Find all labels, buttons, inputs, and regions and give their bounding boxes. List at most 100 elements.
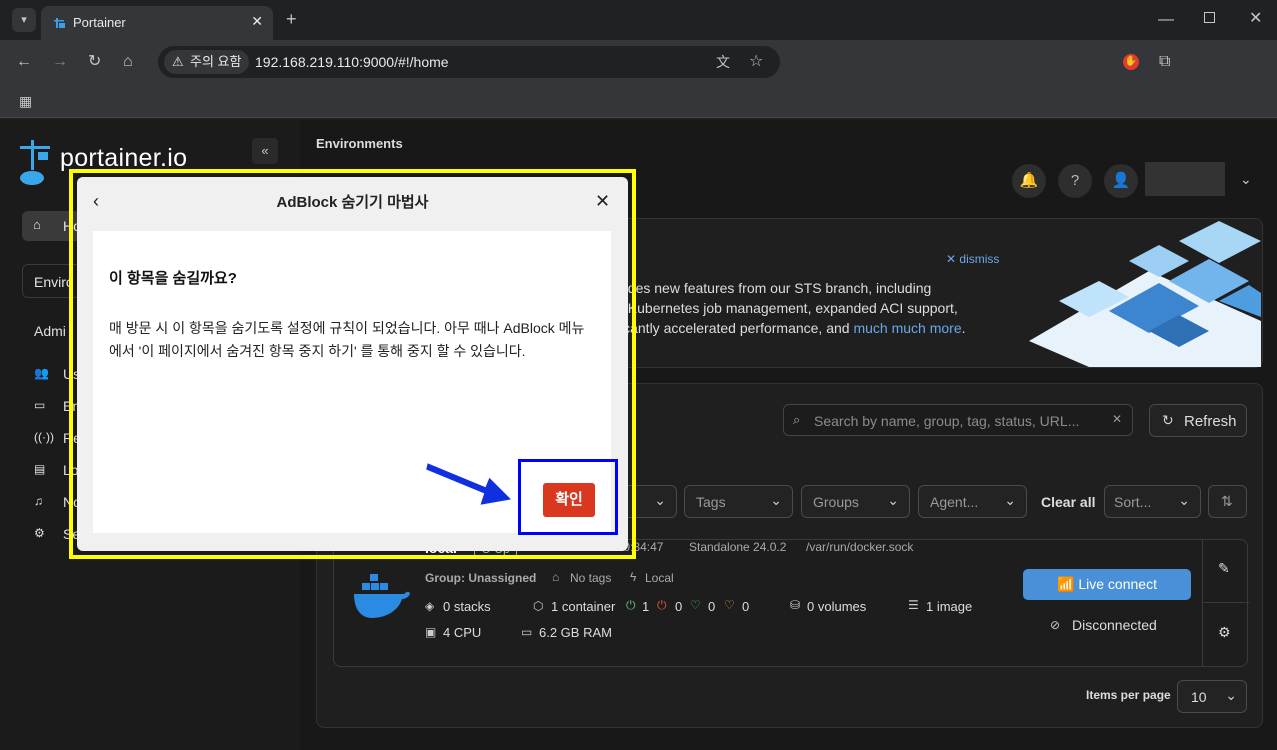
stacks-count: 0 stacks [443, 599, 491, 614]
settings-icon: ⚙ [34, 526, 45, 540]
running-count: 1 [642, 599, 650, 614]
back-icon[interactable]: ← [16, 54, 32, 70]
tags-filter-label: Tags [696, 494, 726, 510]
environment-location: Local [645, 571, 674, 585]
sort-order-button[interactable]: ⇅ [1208, 485, 1247, 518]
local-icon: ϟ [630, 570, 637, 584]
help-icon[interactable]: ? [1058, 164, 1092, 198]
translate-icon[interactable]: 文 [716, 54, 730, 70]
tags-filter[interactable]: Tags ⌄ [684, 485, 793, 518]
stopped-icon: ⏻ [657, 598, 667, 612]
containers-count: 1 container [551, 599, 616, 614]
pointer-arrow-icon [423, 460, 515, 508]
search-input[interactable]: ⌕ Search by name, group, tag, status, UR… [783, 404, 1133, 436]
home-icon: ⌂ [33, 217, 41, 232]
dialog-question: 이 항목을 숨길까요? [109, 270, 237, 287]
environments-icon: ▭ [34, 398, 46, 412]
cubes-illustration [1029, 221, 1261, 367]
notification-bell-icon[interactable]: 🔔 [1012, 164, 1046, 198]
banner-line-2: , Kubernetes job management, expanded AC… [620, 300, 958, 316]
agent-filter[interactable]: Agent... ⌄ [918, 485, 1027, 518]
omnibox[interactable]: ⚠ 주의 요함 192.168.219.110:9000/#!/home 文 ☆ [158, 46, 780, 78]
collapse-sidebar-icon[interactable]: « [252, 138, 278, 164]
items-per-page-select[interactable]: 10 ⌄ [1177, 680, 1247, 713]
adblock-extension-icon[interactable]: ✋ [1123, 54, 1139, 70]
environment-tags: No tags [570, 571, 612, 585]
address-bar-row: ← → ↻ ⌂ ⚠ 주의 요함 192.168.219.110:9000/#!/… [0, 40, 1277, 84]
security-chip-label: 주의 요함 [190, 54, 242, 69]
maximize-icon[interactable] [1204, 12, 1215, 23]
disconnected-icon: ⊘ [1050, 618, 1061, 632]
home-icon[interactable]: ⌂ [123, 54, 133, 70]
groups-filter[interactable]: Groups ⌄ [801, 485, 910, 518]
sidebar-item-label: Enviro [34, 274, 74, 290]
images-icon: ☰ [908, 598, 919, 612]
extensions-icon[interactable]: ⧉ [1159, 54, 1170, 70]
much-more-link[interactable]: much much more [853, 320, 961, 336]
settings-gear-icon[interactable]: ⚙ [1218, 624, 1231, 641]
environment-socket: /var/run/docker.sock [806, 540, 914, 554]
new-tab-icon[interactable]: + [286, 10, 297, 28]
chevron-down-icon: ⌄ [654, 492, 666, 508]
groups-filter-label: Groups [813, 494, 859, 510]
dismiss-label: dismiss [959, 252, 1000, 266]
banner-text: udes new features from our STS branch, i… [620, 278, 1020, 338]
live-connect-label: Live connect [1078, 576, 1157, 592]
clear-all-button[interactable]: Clear all [1041, 494, 1095, 510]
reload-icon[interactable]: ↻ [88, 54, 101, 70]
tag-icon: ⌂ [552, 570, 560, 584]
chevron-down-icon: ⌄ [1004, 492, 1016, 508]
dialog-title: AdBlock 숨기기 마법사 [276, 194, 429, 211]
docker-whale-icon [354, 574, 410, 618]
container-icon: ⬡ [533, 599, 544, 613]
user-avatar-icon[interactable]: 👤 [1104, 164, 1138, 198]
tab-close-icon[interactable]: ✕ [251, 13, 263, 30]
window-close-icon[interactable]: ✕ [1249, 11, 1262, 27]
environment-group: Group: Unassigned [425, 571, 537, 585]
browser-tab[interactable]: Portainer ✕ [41, 6, 273, 40]
minimize-icon[interactable]: — [1158, 12, 1174, 28]
forward-icon[interactable]: → [52, 54, 68, 70]
unhealthy-count: 0 [742, 599, 750, 614]
healthy-icon: ♡ [690, 598, 701, 612]
live-connect-button[interactable]: 📶 Live connect [1023, 569, 1191, 600]
breadcrumb[interactable]: Environments [316, 136, 403, 151]
security-warning-chip[interactable]: ⚠ 주의 요함 [164, 50, 250, 74]
confirm-button[interactable]: 확인 [543, 483, 595, 517]
running-icon: ⏻ [626, 598, 636, 612]
volumes-icon: ⛁ [790, 598, 801, 612]
notifications-icon: ♫ [34, 494, 43, 508]
dismiss-link[interactable]: ✕ dismiss [946, 252, 999, 266]
dialog-description: 매 방문 시 이 항목을 숨기도록 설정에 규칙이 되었습니다. 아무 때나 A… [109, 320, 585, 359]
banner-line-3-text: icantly accelerated performance, and [620, 320, 854, 336]
card-actions: ✎ ⚙ [1202, 540, 1249, 667]
items-per-page-value: 10 [1191, 689, 1207, 705]
disconnected-label: Disconnected [1072, 617, 1157, 633]
warning-icon: ⚠ [172, 54, 184, 69]
clear-search-icon[interactable]: ✕ [1112, 412, 1122, 426]
bookmark-star-icon[interactable]: ☆ [749, 54, 763, 70]
refresh-icon: ↻ [1162, 412, 1174, 428]
dialog-close-icon[interactable]: ✕ [595, 191, 610, 212]
tab-search-icon[interactable]: ▾ [12, 8, 36, 32]
portainer-favicon-icon [54, 18, 65, 28]
ram-amount: 6.2 GB RAM [539, 625, 612, 640]
edit-icon[interactable]: ✎ [1218, 560, 1230, 577]
user-menu-chevron-icon[interactable]: ⌄ [1240, 171, 1252, 188]
sort-select[interactable]: Sort... ⌄ [1104, 485, 1201, 518]
search-placeholder: Search by name, group, tag, status, URL.… [814, 413, 1080, 429]
wifi-icon: 📶 [1057, 576, 1079, 592]
apps-grid-icon[interactable]: ▦ [19, 93, 32, 109]
sidebar-section-administration: Admi [34, 323, 66, 339]
username-redacted [1145, 162, 1225, 196]
banner-line-1: udes new features from our STS branch, i… [620, 280, 932, 296]
refresh-button[interactable]: ↻ Refresh [1149, 404, 1247, 437]
stopped-count: 0 [675, 599, 683, 614]
sort-select-label: Sort... [1114, 494, 1152, 510]
registries-icon: ((·)) [34, 430, 54, 444]
banner-line-3-end: . [961, 320, 966, 336]
users-icon: 👥 [34, 366, 49, 380]
chevron-down-icon: ⌄ [1225, 687, 1237, 703]
chevron-down-icon: ⌄ [770, 492, 782, 508]
card-actions-divider [1203, 602, 1249, 603]
